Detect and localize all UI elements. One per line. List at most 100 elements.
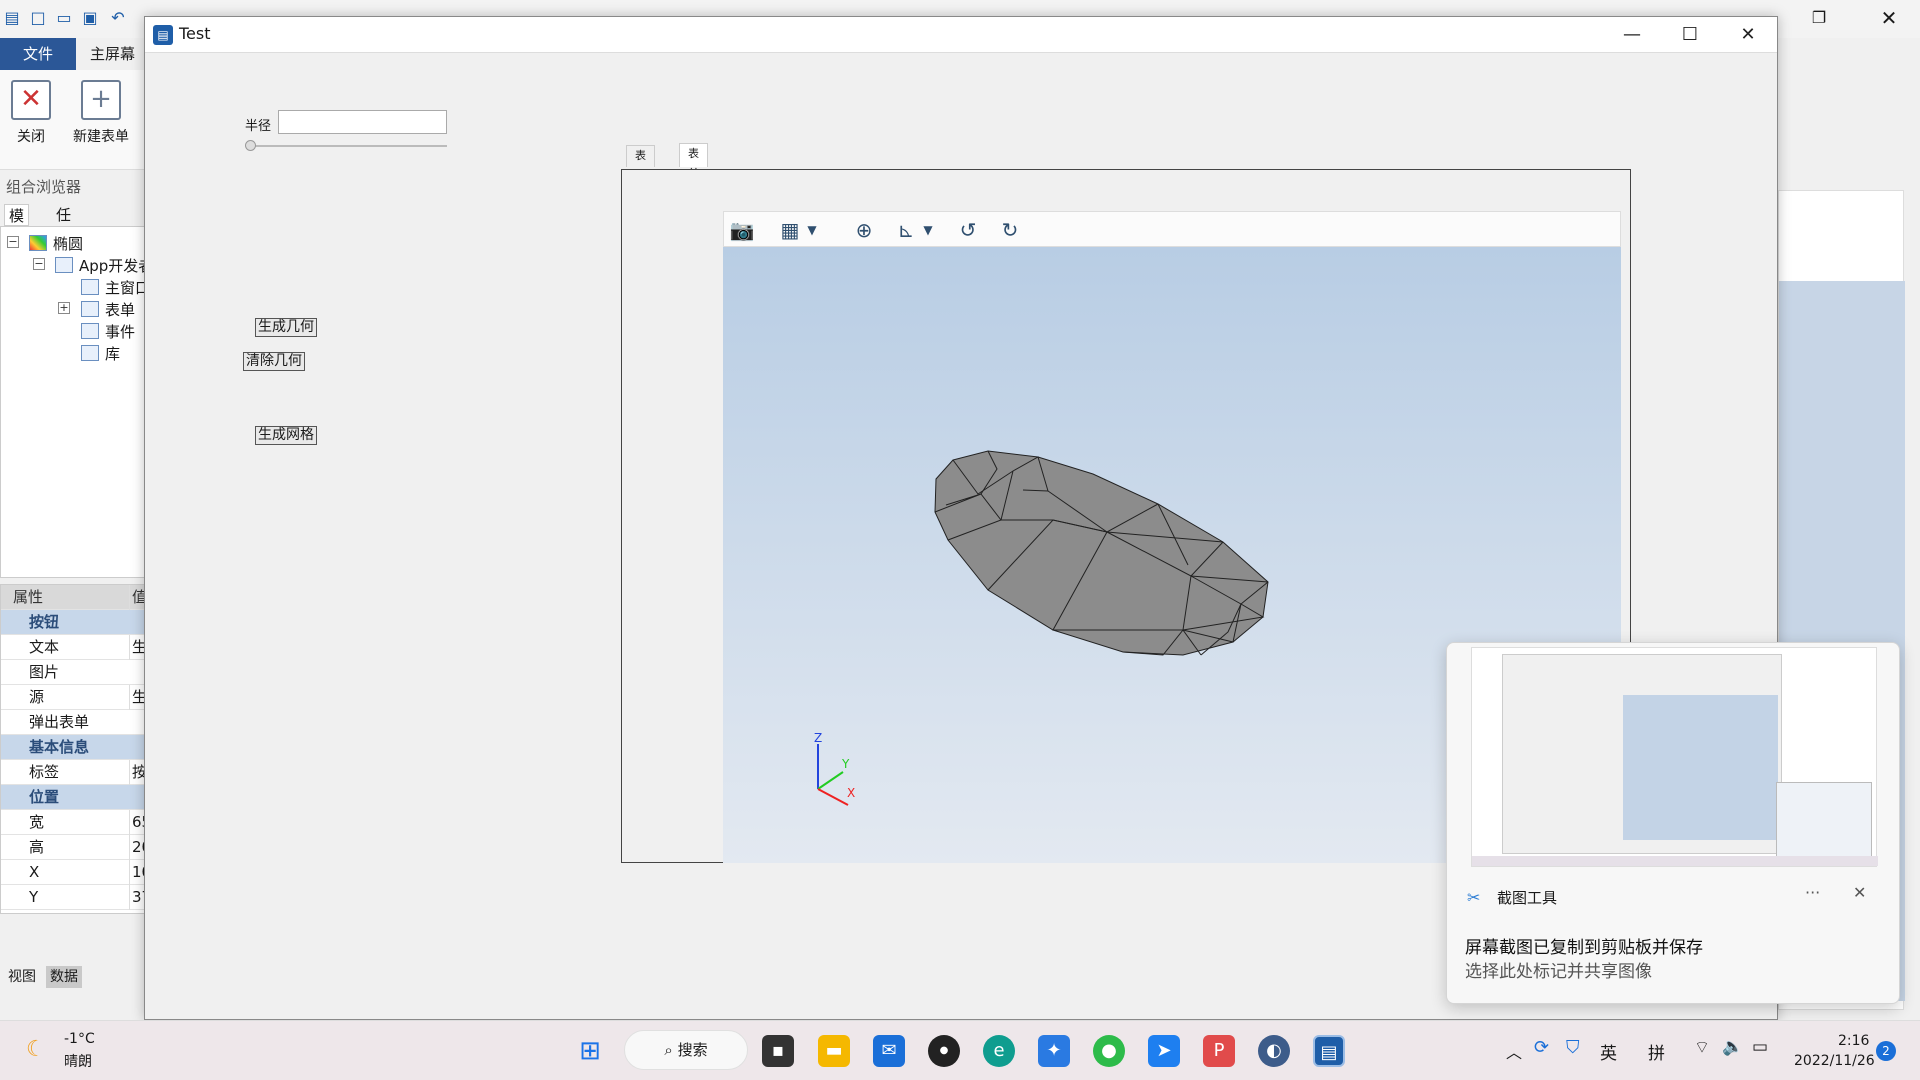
expand-icon[interactable]: + bbox=[58, 302, 70, 314]
maximize-button[interactable]: ☐ bbox=[1661, 17, 1719, 53]
screenshot-thumbnail[interactable] bbox=[1471, 647, 1878, 867]
tab-file[interactable]: 文件 bbox=[0, 38, 76, 70]
close-button[interactable]: ✕ bbox=[1719, 17, 1777, 53]
volume-icon[interactable]: 🔈 bbox=[1722, 1037, 1743, 1057]
chevron-down-icon[interactable]: ▼ bbox=[804, 216, 820, 244]
tree-item-label: 库 bbox=[105, 345, 121, 363]
tab-view[interactable]: 视图 bbox=[4, 966, 40, 988]
tree-item-main-window[interactable]: 主窗口 bbox=[81, 277, 150, 298]
close-button[interactable]: ✕ 关闭 bbox=[10, 80, 52, 146]
collapse-icon[interactable]: − bbox=[7, 236, 19, 248]
new-file-icon[interactable]: □ bbox=[28, 8, 48, 28]
tab-model[interactable]: 模型 bbox=[4, 204, 30, 247]
property-row[interactable]: 宽65 bbox=[1, 810, 149, 835]
snip-notification[interactable]: ✂ 截图工具 ··· ✕ 屏幕截图已复制到剪贴板并保存 选择此处标记并共享图像 bbox=[1446, 642, 1900, 1004]
generate-geometry-button[interactable]: 生成几何 bbox=[255, 318, 317, 337]
tab-form3[interactable]: 表单3 bbox=[679, 143, 708, 200]
new-form-button-label: 新建表单 bbox=[73, 129, 129, 145]
axis-triad: Z Y X bbox=[814, 731, 855, 806]
tree-item-forms[interactable]: 表单 bbox=[81, 299, 135, 320]
collapse-icon[interactable]: − bbox=[33, 258, 45, 270]
bottom-tab-bar: 视图 数据 bbox=[0, 966, 145, 988]
more-options-icon[interactable]: ··· bbox=[1805, 883, 1820, 902]
clock-date[interactable]: 2022/11/26 bbox=[1794, 1053, 1875, 1069]
property-row[interactable]: 弹出表单 bbox=[1, 710, 146, 735]
thumbnail-viewport bbox=[1623, 695, 1778, 840]
task-view-icon[interactable]: ▪ bbox=[762, 1035, 794, 1067]
wechat-icon[interactable]: ● bbox=[1093, 1035, 1125, 1067]
property-row[interactable]: 图片 bbox=[1, 660, 146, 685]
property-row[interactable]: Y37 bbox=[1, 885, 149, 910]
property-key: 源 bbox=[29, 688, 45, 706]
save-icon[interactable]: ▣ bbox=[80, 8, 100, 28]
undo-icon[interactable]: ↶ bbox=[108, 8, 128, 28]
clear-geometry-button[interactable]: 清除几何 bbox=[243, 352, 305, 371]
generate-mesh-button[interactable]: 生成网格 bbox=[255, 426, 317, 445]
moon-icon[interactable]: ☾ bbox=[26, 1037, 46, 1062]
ime-mode[interactable]: 拼 bbox=[1648, 1039, 1665, 1064]
freecad-icon[interactable]: ▤ bbox=[1313, 1035, 1345, 1067]
new-form-button[interactable]: + 新建表单 bbox=[68, 80, 134, 146]
pdf-icon[interactable]: P bbox=[1203, 1035, 1235, 1067]
close-folder-icon: ✕ bbox=[11, 80, 51, 120]
dell-icon[interactable]: ● bbox=[928, 1035, 960, 1067]
notification-app-name: 截图工具 bbox=[1497, 889, 1558, 907]
close-icon[interactable]: ✕ bbox=[1853, 883, 1866, 902]
shield-icon[interactable]: ⛉ bbox=[1566, 1037, 1580, 1058]
property-group[interactable]: 位置 bbox=[1, 785, 146, 810]
edge-icon[interactable]: e bbox=[983, 1035, 1015, 1067]
camera-icon[interactable]: 📷 bbox=[728, 216, 756, 244]
ime-lang[interactable]: 英 bbox=[1600, 1039, 1617, 1064]
property-header: 属性值 bbox=[1, 585, 147, 610]
file-explorer-icon[interactable]: ▬ bbox=[818, 1035, 850, 1067]
sync-icon[interactable]: ⟳ bbox=[1534, 1037, 1549, 1058]
tree-item-app-developer[interactable]: App开发者 bbox=[55, 255, 153, 276]
property-row[interactable]: 源生 bbox=[1, 685, 147, 710]
wifi-icon[interactable]: ⌔ bbox=[1694, 1037, 1710, 1058]
app-swirl-icon[interactable]: ◐ bbox=[1258, 1035, 1290, 1067]
axis-y-label: Y bbox=[841, 757, 850, 771]
property-key: 弹出表单 bbox=[29, 713, 90, 731]
property-editor: 属性值按钮文本生图片源生弹出表单基本信息标签按位置宽65高20X10Y37 bbox=[0, 584, 149, 914]
radius-slider-thumb[interactable] bbox=[245, 140, 256, 151]
battery-icon[interactable]: ▭ bbox=[1752, 1037, 1768, 1057]
feishu-icon[interactable]: ✦ bbox=[1038, 1035, 1070, 1067]
tree-item-library[interactable]: 库 bbox=[81, 343, 120, 364]
open-folder-icon[interactable]: ▭ bbox=[54, 8, 74, 28]
start-icon[interactable]: ⊞ bbox=[574, 1035, 606, 1067]
document-icon bbox=[29, 235, 47, 251]
notification-badge[interactable]: 2 bbox=[1876, 1041, 1896, 1061]
property-row[interactable]: X10 bbox=[1, 860, 149, 885]
property-row[interactable]: 高20 bbox=[1, 835, 149, 860]
tree-item-ellipse[interactable]: 椭圆 bbox=[29, 233, 83, 254]
tab-tasks[interactable]: 任务 bbox=[52, 204, 75, 246]
mail-icon[interactable]: ✉ bbox=[873, 1035, 905, 1067]
weather-desc[interactable]: 晴朗 bbox=[64, 1051, 92, 1071]
weather-temp[interactable]: -1°C bbox=[64, 1031, 95, 1047]
thumbnail-taskbar bbox=[1472, 856, 1878, 866]
rotate-left-icon[interactable]: ↺ bbox=[954, 216, 982, 244]
radius-input[interactable] bbox=[278, 110, 447, 134]
property-row[interactable]: 标签按 bbox=[1, 760, 147, 785]
tab-form2[interactable]: 表单2 bbox=[626, 145, 655, 202]
restore-button[interactable]: ❐ bbox=[1790, 0, 1848, 36]
rotate-right-icon[interactable]: ↻ bbox=[996, 216, 1024, 244]
clock-time[interactable]: 2:16 bbox=[1838, 1033, 1869, 1049]
radius-slider-track[interactable] bbox=[250, 145, 447, 147]
chevron-down-icon[interactable]: ▼ bbox=[920, 216, 936, 244]
dingtalk-icon[interactable]: ➤ bbox=[1148, 1035, 1180, 1067]
property-row[interactable]: 文本生 bbox=[1, 635, 147, 660]
axis-view-icon[interactable]: ⊾ bbox=[892, 216, 920, 244]
new-form-icon: + bbox=[81, 80, 121, 120]
property-group[interactable]: 按钮 bbox=[1, 610, 146, 635]
taskbar-search[interactable]: ⌕ 搜索 bbox=[624, 1030, 748, 1070]
tab-data[interactable]: 数据 bbox=[46, 966, 82, 988]
close-window-button[interactable]: ✕ bbox=[1860, 0, 1918, 36]
fit-all-icon[interactable]: ⊕ bbox=[850, 216, 878, 244]
cube-view-icon[interactable]: ▦ bbox=[776, 216, 804, 244]
chevron-up-icon[interactable]: ︿ bbox=[1506, 1039, 1522, 1063]
tree-item-label: App开发者 bbox=[79, 257, 154, 275]
minimize-button[interactable]: — bbox=[1603, 17, 1661, 53]
property-group[interactable]: 基本信息 bbox=[1, 735, 146, 760]
tree-item-events[interactable]: 事件 bbox=[81, 321, 135, 342]
